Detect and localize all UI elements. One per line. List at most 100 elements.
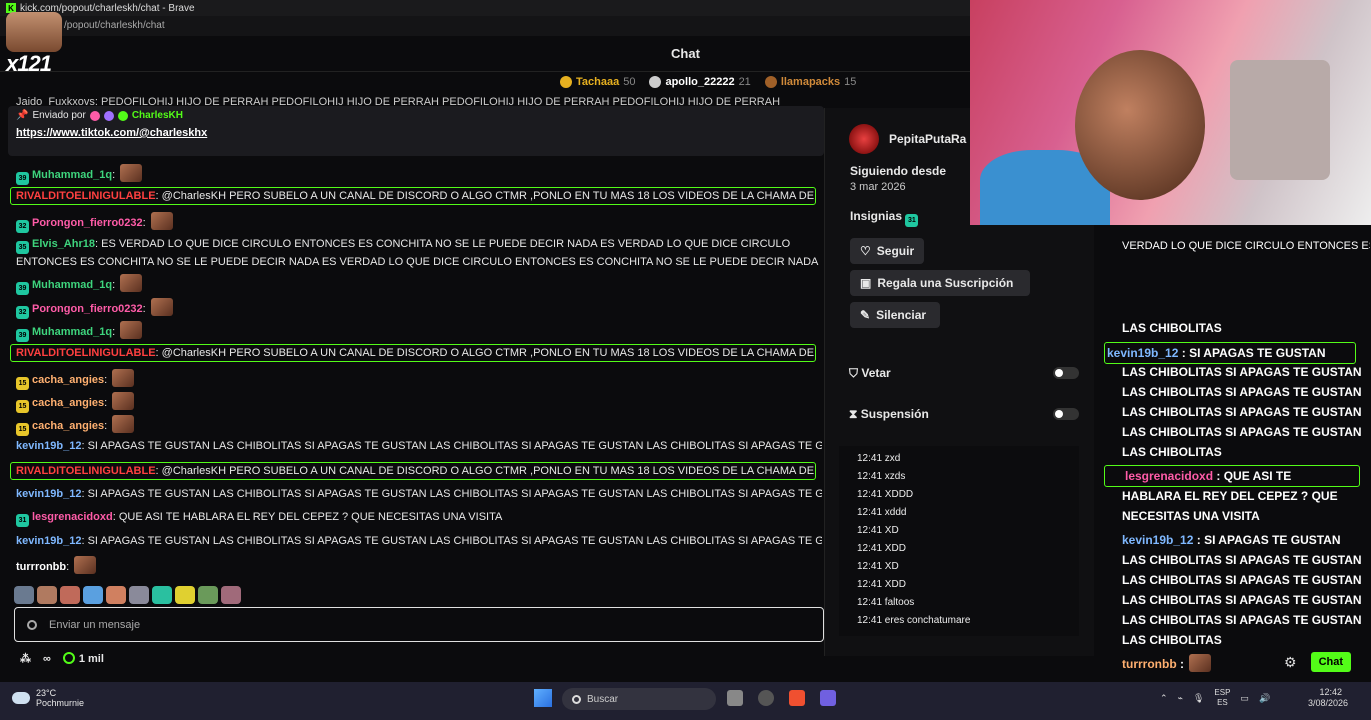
emote-icon[interactable] <box>37 586 57 604</box>
obs-icon[interactable] <box>758 690 774 706</box>
gear-icon[interactable]: ⚙ <box>1284 654 1297 671</box>
webcam-background <box>1230 60 1330 180</box>
share-icon[interactable]: ⁂ <box>20 652 31 665</box>
emote-icon <box>1189 654 1212 672</box>
language-indicator[interactable]: ESP ES <box>1214 688 1230 708</box>
username[interactable]: kevin19b_12 <box>16 488 81 500</box>
pinned-link[interactable]: https://www.tiktok.com/@charleskhx <box>16 127 816 139</box>
gifter-count: 21 <box>738 76 751 88</box>
pinned-author[interactable]: CharlesKH <box>132 110 183 121</box>
user-card-name[interactable]: PepitaPutaRa <box>889 132 966 146</box>
username[interactable]: RIVALDITOELINIGULABLE <box>16 465 156 477</box>
timeout-toggle[interactable] <box>1053 408 1079 420</box>
windows-start-icon[interactable] <box>534 689 552 707</box>
username[interactable]: Muhammad_1q <box>32 279 112 291</box>
chat-message: kevin19b_12: SI APAGAS TE GUSTAN LAS CHI… <box>16 533 822 549</box>
username[interactable]: cacha_angies <box>32 374 104 386</box>
username[interactable]: RIVALDITOELINIGULABLE <box>16 347 156 359</box>
user-card-header: PepitaPutaRa <box>849 124 966 154</box>
chat-message: 31 lesgrenacidoxd: QUE ASI TE HABLARA EL … <box>16 509 822 527</box>
gifter-bronze[interactable]: llamapacks 15 <box>764 76 856 88</box>
emote-icon[interactable] <box>60 586 80 604</box>
emote-icon[interactable] <box>14 586 34 604</box>
username[interactable]: lesgrenacidoxd <box>32 511 113 523</box>
emote-icon[interactable] <box>106 586 126 604</box>
ban-label-text: Vetar <box>861 365 891 380</box>
message-input[interactable]: Enviar un mensaje <box>14 607 824 642</box>
username[interactable]: Muhammad_1q <box>32 169 112 181</box>
history-item: 12:41 faltoos <box>857 597 915 608</box>
chat-messages[interactable]: 39 Muhammad_1q: RIVALDITOELINIGULABLE: @C… <box>10 156 824 582</box>
username[interactable]: cacha_angies <box>32 397 104 409</box>
mute-icon: ✎ <box>860 308 871 322</box>
username[interactable]: lesgrenacidoxd <box>1125 469 1213 483</box>
username[interactable]: Elvis_Ahr18 <box>32 238 95 250</box>
username[interactable]: kevin19b_12 <box>1107 346 1178 360</box>
sub-badge: 39 <box>16 329 29 342</box>
brave-browser-icon[interactable] <box>789 690 805 706</box>
chat-line: LAS CHIBOLITAS SI APAGAS TE GUSTAN <box>1122 385 1362 399</box>
chat-message: 15 cacha_angies: <box>16 415 822 436</box>
sub-badge: 32 <box>16 306 29 319</box>
badges-label-text: Insignias <box>850 209 903 223</box>
username[interactable]: Muhammad_1q <box>32 326 112 338</box>
ban-toggle[interactable] <box>1053 367 1079 379</box>
chat-send-button[interactable]: Chat <box>1310 652 1352 672</box>
emote-icon[interactable] <box>175 586 195 604</box>
emote-icon[interactable] <box>152 586 172 604</box>
timeout-row: ⧗ Suspensión <box>849 402 1079 426</box>
secondary-chat: VERDAD LO QUE DICE CIRCULO ENTONCES ES L… <box>1102 230 1371 680</box>
message-input-placeholder: Enviar un mensaje <box>49 618 141 631</box>
discord-icon[interactable] <box>820 690 836 706</box>
gifter-gold[interactable]: Tachaaa 50 <box>560 76 635 88</box>
microphone-icon[interactable]: 🎙 <box>1193 693 1204 704</box>
pinned-sender: 📌 Enviado por CharlesKH <box>16 110 816 121</box>
message-history[interactable]: 12:41 zxd 12:41 xzds 12:41 XDDD 12:41 xd… <box>839 446 1079 636</box>
username[interactable]: Porongon_fierro0232 <box>32 217 143 229</box>
username[interactable]: cacha_angies <box>32 420 104 432</box>
username[interactable]: kevin19b_12 <box>1122 533 1193 547</box>
history-item: 12:41 XD <box>857 561 899 572</box>
chat-message: 39 Muhammad_1q: <box>16 164 822 185</box>
mute-button[interactable]: ✎ Silenciar <box>850 302 940 328</box>
username[interactable]: kevin19b_12 <box>16 535 81 547</box>
sub-badge: 31 <box>905 214 919 227</box>
follow-button-label: Seguir <box>876 244 915 258</box>
network-icon[interactable]: ⌁ <box>1178 693 1183 704</box>
taskbar-clock[interactable]: 12:42 3/08/2026 <box>1308 687 1348 709</box>
silver-medal-icon <box>649 76 662 88</box>
history-item: 12:41 XD <box>857 525 899 536</box>
weather-widget[interactable]: 23°C Pochmurnie <box>12 688 84 708</box>
emote-icon[interactable] <box>83 586 103 604</box>
gift-sub-button[interactable]: ▣ Regala una Suscripción <box>850 270 1030 296</box>
chat-line: LAS CHIBOLITAS <box>1122 633 1222 647</box>
heart-icon: ♡ <box>860 244 871 258</box>
username[interactable]: Porongon_fierro0232 <box>32 303 143 315</box>
username[interactable]: kevin19b_12 <box>16 440 81 452</box>
badge-icon <box>89 110 100 121</box>
volume-icon[interactable]: 🔊 <box>1259 693 1270 704</box>
taskbar-search[interactable]: Buscar <box>562 688 716 710</box>
emote-picker-icon[interactable] <box>27 619 37 630</box>
chevron-up-icon[interactable]: ⌃ <box>1160 693 1168 704</box>
gifter-silver[interactable]: apollo_22222 21 <box>649 76 751 88</box>
emote-icon[interactable] <box>221 586 241 604</box>
chat-line: LAS CHIBOLITAS SI APAGAS TE GUSTAN <box>1122 613 1362 627</box>
chat-line: LAS CHIBOLITAS SI APAGAS TE GUSTAN <box>1122 405 1362 419</box>
username[interactable]: turrronbb <box>16 561 66 573</box>
gifter-count: 50 <box>623 76 636 88</box>
monitor-icon[interactable]: ▭ <box>1240 693 1249 704</box>
emote-icon <box>120 164 143 182</box>
message-text: SI APAGAS TE GUSTAN LAS CHIBOLITAS SI AP… <box>87 488 822 500</box>
username[interactable]: RIVALDITOELINIGULABLE <box>16 190 156 202</box>
infinity-icon[interactable]: ∞ <box>43 653 51 665</box>
chat-line: LAS CHIBOLITAS SI APAGAS TE GUSTAN <box>1122 573 1362 587</box>
pinned-message: 📌 Enviado por CharlesKH https://www.tiktok… <box>8 106 824 156</box>
task-view-icon[interactable] <box>727 690 743 706</box>
emote-icon[interactable] <box>129 586 149 604</box>
username[interactable]: turrronbb <box>1122 657 1177 671</box>
sub-badge: 32 <box>16 220 29 233</box>
emote-icon[interactable] <box>198 586 218 604</box>
follow-button[interactable]: ♡ Seguir <box>850 238 924 264</box>
url-bar[interactable]: /popout/charleskh/chat <box>0 16 970 36</box>
